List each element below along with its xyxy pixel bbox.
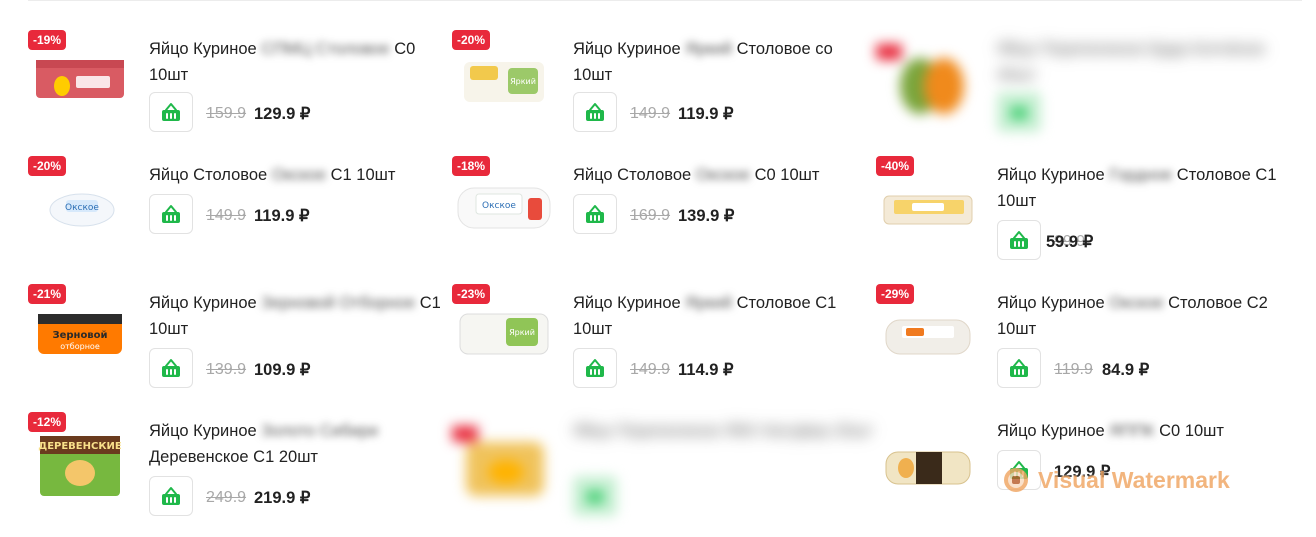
current-price: 219.9 ₽ <box>254 489 311 507</box>
basket-icon <box>586 359 604 377</box>
add-to-cart-button[interactable] <box>573 476 617 516</box>
product-card[interactable]: -19% Яйцо Куриное СПМЦ Столовое С0 10шт … <box>28 30 452 150</box>
svg-text:Яркий: Яркий <box>510 77 536 86</box>
discount-badge: -21% <box>28 284 67 304</box>
add-to-cart-button[interactable] <box>997 348 1041 388</box>
watermark-text: Visual Watermark <box>1038 466 1230 493</box>
old-price: 139.9 <box>206 361 247 378</box>
discount-badge: -18% <box>452 156 491 176</box>
product-grid: -19% Яйцо Куриное СПМЦ Столовое С0 10шт … <box>0 0 1316 537</box>
add-to-cart-button[interactable] <box>149 476 193 516</box>
product-card[interactable]: ДЕРЕВЕНСКИЕ -12% Яйцо Куриное Золото Сиб… <box>28 412 452 532</box>
product-title[interactable]: Яйцо Столовое Окское С1 10шт <box>149 162 449 188</box>
product-image[interactable]: Окское <box>28 170 132 246</box>
svg-text:Зерновой: Зерновой <box>52 330 107 341</box>
product-title[interactable]: Яйцо Перепелиное ЯКК Натуфер 20шт <box>573 418 873 444</box>
product-title[interactable]: Яйцо Куриное Яркий Столовое со 10шт <box>573 36 873 88</box>
svg-text:Окское: Окское <box>482 201 516 211</box>
discount-badge: -40% <box>876 156 915 176</box>
current-price: 119.9 ₽ <box>254 207 310 225</box>
watermark-logo-icon <box>1004 468 1028 492</box>
current-price: 139.9 ₽ <box>678 207 735 225</box>
basket-icon <box>162 359 180 377</box>
product-card[interactable]: Окское -20% Яйцо Столовое Окское С1 10шт… <box>28 156 452 276</box>
svg-text:ДЕРЕВЕНСКИЕ: ДЕРЕВЕНСКИЕ <box>38 441 122 452</box>
discount-badge: -23% <box>452 284 491 304</box>
product-image[interactable] <box>876 44 980 120</box>
product-card[interactable]: Яйцо Перепелиное ЯКК Натуфер 20шт <box>452 412 876 532</box>
product-image[interactable]: Окское <box>452 170 556 246</box>
product-card[interactable]: Зерновой отборное -21% Яйцо Куриное Зерн… <box>28 284 452 404</box>
product-image[interactable] <box>876 298 980 374</box>
product-image[interactable]: Зерновой отборное <box>28 298 132 374</box>
product-card[interactable]: Окское -18% Яйцо Столовое Окское С0 10шт… <box>452 156 876 276</box>
product-image[interactable]: Яркий <box>452 298 556 374</box>
old-price: 149.9 <box>630 105 671 122</box>
product-title[interactable]: Яйцо Куриное СПМЦ Столовое С0 10шт <box>149 36 449 88</box>
basket-icon <box>586 103 604 121</box>
discount-badge: -19% <box>28 30 67 50</box>
add-to-cart-button[interactable] <box>997 220 1041 260</box>
svg-text:Окское: Окское <box>65 203 99 213</box>
current-price: 129.9 ₽ <box>254 105 311 123</box>
product-image[interactable]: ДЕРЕВЕНСКИЕ <box>28 426 132 502</box>
product-card[interactable]: -40% Яйцо Куриное Гордное Столовое С1 10… <box>876 156 1300 276</box>
current-price: 59.9 ₽ <box>1046 233 1094 251</box>
current-price: 114.9 ₽ <box>678 361 734 379</box>
old-price: 249.9 <box>206 489 247 506</box>
current-price: 109.9 ₽ <box>254 361 311 379</box>
old-price: 149.9 <box>630 361 671 378</box>
add-to-cart-button[interactable] <box>573 348 617 388</box>
product-title[interactable]: Яйцо Куриное Гордное Столовое С1 10шт <box>997 162 1297 214</box>
watermark: Visual Watermark <box>1002 464 1292 496</box>
product-title[interactable]: Яйцо Столовое Окское С0 10шт <box>573 162 873 188</box>
basket-icon <box>1010 106 1028 120</box>
svg-text:отборное: отборное <box>60 342 100 351</box>
discount-badge: -20% <box>452 30 491 50</box>
product-title[interactable]: Яйцо Перепелиное Брда Копчёное 40шт <box>997 36 1297 88</box>
add-to-cart-button[interactable] <box>573 194 617 234</box>
old-price: 159.9 <box>206 105 247 122</box>
basket-icon <box>586 490 604 504</box>
product-card[interactable]: -29% Яйцо Куриное Окское Столовое С2 10ш… <box>876 284 1300 404</box>
product-card[interactable]: Яркий -23% Яйцо Куриное Яркий Столовое С… <box>452 284 876 404</box>
add-to-cart-button[interactable] <box>997 92 1041 132</box>
basket-icon <box>162 103 180 121</box>
basket-icon <box>162 205 180 223</box>
current-price: 84.9 ₽ <box>1102 361 1150 379</box>
product-image[interactable] <box>452 426 556 502</box>
current-price: 119.9 ₽ <box>678 105 734 123</box>
product-title[interactable]: Яйцо Куриное Зерновой Отборное С1 10шт <box>149 290 449 342</box>
product-image[interactable] <box>876 170 980 246</box>
discount-badge: -20% <box>28 156 67 176</box>
product-image[interactable]: Яркий <box>452 44 556 120</box>
product-title[interactable]: Яйцо Куриное Золото Сибири Деревенское С… <box>149 418 449 470</box>
discount-badge: -29% <box>876 284 915 304</box>
old-price: 119.9 <box>1054 361 1093 378</box>
product-image[interactable] <box>28 44 132 120</box>
add-to-cart-button[interactable] <box>149 194 193 234</box>
product-card[interactable]: Яркий -20% Яйцо Куриное Яркий Столовое с… <box>452 30 876 150</box>
product-title[interactable]: Яйцо Куриное ЯППК С0 10шт <box>997 418 1297 444</box>
old-price: 169.9 <box>630 207 671 224</box>
basket-icon <box>1010 359 1028 377</box>
basket-icon <box>586 205 604 223</box>
svg-text:Яркий: Яркий <box>509 328 535 337</box>
add-to-cart-button[interactable] <box>149 92 193 132</box>
product-title[interactable]: Яйцо Куриное Яркий Столовое С1 10шт <box>573 290 873 342</box>
basket-icon <box>1010 231 1028 249</box>
add-to-cart-button[interactable] <box>573 92 617 132</box>
old-price: 149.9 <box>206 207 247 224</box>
add-to-cart-button[interactable] <box>149 348 193 388</box>
discount-badge: -12% <box>28 412 67 432</box>
product-card[interactable]: Яйцо Перепелиное Брда Копчёное 40шт <box>876 30 1300 150</box>
product-title[interactable]: Яйцо Куриное Окское Столовое С2 10шт <box>997 290 1297 342</box>
product-image[interactable] <box>876 426 980 502</box>
basket-icon <box>162 487 180 505</box>
